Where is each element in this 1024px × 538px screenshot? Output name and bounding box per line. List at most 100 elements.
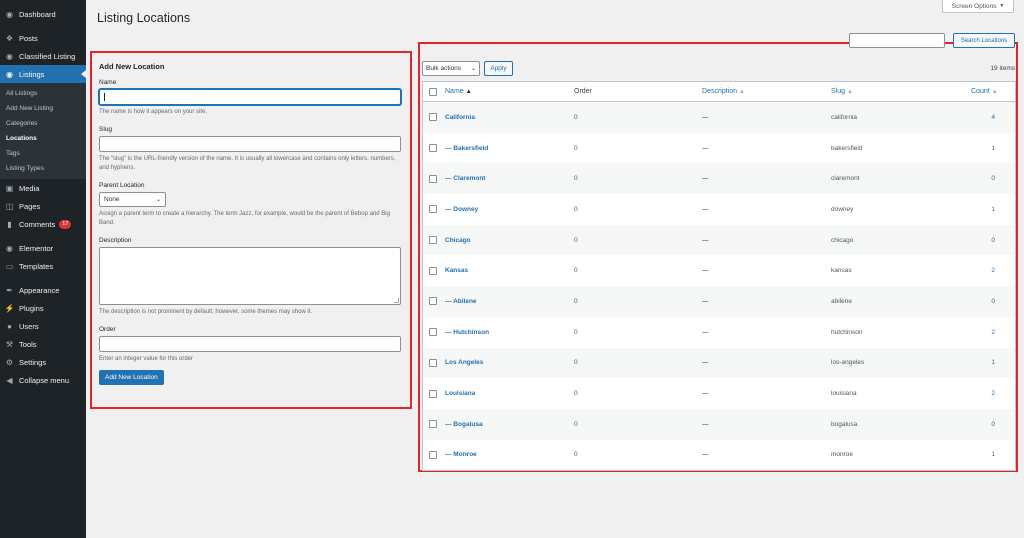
- row-description: —: [702, 420, 709, 428]
- row-checkbox[interactable]: [429, 113, 437, 122]
- row-description: —: [702, 267, 709, 275]
- row-checkbox[interactable]: [429, 266, 437, 275]
- row-slug: monroe: [831, 451, 854, 459]
- menu-item-templates[interactable]: ▭ Templates: [0, 257, 86, 275]
- sort-icon: ▲: [991, 89, 998, 95]
- row-name-link[interactable]: — Bakersfield: [445, 145, 574, 152]
- table-row: — Monroe 0 — monroe 1: [423, 440, 1015, 471]
- select-all-checkbox[interactable]: [429, 87, 437, 96]
- row-checkbox[interactable]: [429, 389, 437, 398]
- menu-item-label: Listings: [19, 69, 45, 79]
- screen-options-button[interactable]: Screen Options ▼: [942, 0, 1014, 13]
- menu-item-plugins[interactable]: ⚡ Plugins: [0, 299, 86, 317]
- menu-item-classified-listing[interactable]: ◉ Classified Listing: [0, 47, 86, 65]
- row-checkbox[interactable]: [429, 420, 437, 429]
- row-slug: los-angeles: [831, 359, 865, 367]
- row-checkbox[interactable]: [429, 450, 437, 459]
- row-order: 0: [574, 328, 578, 336]
- form-heading: Add New Location: [99, 62, 165, 71]
- settings-icon: ⚙: [5, 357, 14, 367]
- row-checkbox[interactable]: [429, 358, 437, 367]
- menu-item-label: Classified Listing: [19, 51, 76, 61]
- column-count-label: Count: [971, 88, 990, 95]
- row-count[interactable]: 1: [971, 206, 1015, 213]
- row-count[interactable]: 1: [971, 451, 1015, 458]
- row-order: 0: [574, 420, 578, 428]
- row-name-link[interactable]: Chicago: [445, 237, 574, 244]
- location-pin-icon: ◉: [6, 69, 13, 79]
- row-name-link[interactable]: — Claremont: [445, 175, 574, 182]
- row-name-link[interactable]: California: [445, 114, 574, 121]
- menu-item-label: Users: [19, 321, 39, 331]
- menu-item-comments[interactable]: ▮ Comments 17: [0, 215, 86, 233]
- add-location-form: Add New Location Name The name is how it…: [90, 51, 412, 409]
- row-name-link[interactable]: — Hutchinson: [445, 329, 574, 336]
- menu-item-dashboard[interactable]: ◉ Dashboard: [0, 5, 86, 23]
- description-textarea[interactable]: [99, 247, 401, 305]
- menu-item-appearance[interactable]: ✒ Appearance: [0, 281, 86, 299]
- search-locations-button[interactable]: Search Locations: [953, 33, 1015, 48]
- row-count: 0: [991, 175, 995, 183]
- row-name-link[interactable]: — Bogalusa: [445, 421, 574, 428]
- bulk-actions-label: Bulk actions: [426, 65, 462, 72]
- menu-item-collapse[interactable]: ◀ Collapse menu: [0, 371, 86, 389]
- apply-button[interactable]: Apply: [484, 61, 513, 76]
- submenu-item-locations[interactable]: Locations: [0, 131, 86, 146]
- order-input[interactable]: [99, 336, 401, 352]
- column-name[interactable]: Name ▲: [445, 88, 574, 95]
- slug-input[interactable]: [99, 136, 401, 152]
- media-icon: ▣: [5, 183, 14, 193]
- name-help-text: The name is how it appears on your site.: [99, 109, 208, 115]
- row-name-link[interactable]: — Downey: [445, 206, 574, 213]
- row-count[interactable]: 2: [971, 329, 1015, 336]
- menu-item-users[interactable]: ● Users: [0, 317, 86, 335]
- bulk-actions-select[interactable]: Bulk actions ⌄: [422, 61, 480, 76]
- row-count[interactable]: 2: [971, 267, 1015, 274]
- row-name-link[interactable]: Kansas: [445, 267, 574, 274]
- row-name-link[interactable]: Louisiana: [445, 390, 574, 397]
- row-name-link[interactable]: — Abilene: [445, 298, 574, 305]
- menu-item-posts[interactable]: ❖ Posts: [0, 29, 86, 47]
- submenu-item-add-new-listing[interactable]: Add New Listing: [0, 101, 86, 116]
- row-order: 0: [574, 113, 578, 121]
- add-new-location-button[interactable]: Add New Location: [99, 370, 164, 385]
- menu-item-settings[interactable]: ⚙ Settings: [0, 353, 86, 371]
- submenu-item-listing-types[interactable]: Listing Types: [0, 161, 86, 176]
- description-label: Description: [99, 237, 132, 244]
- table-row: — Hutchinson 0 — hutchinson 2: [423, 317, 1015, 348]
- column-slug[interactable]: Slug ▲: [831, 88, 971, 95]
- menu-item-tools[interactable]: ⚒ Tools: [0, 335, 86, 353]
- dashboard-icon: ◉: [6, 9, 13, 19]
- column-description-label: Description: [702, 88, 738, 95]
- search-input[interactable]: [849, 33, 945, 48]
- row-checkbox[interactable]: [429, 205, 437, 214]
- row-name-link[interactable]: — Monroe: [445, 451, 574, 458]
- row-count[interactable]: 1: [971, 145, 1015, 152]
- column-description[interactable]: Description ▲: [702, 88, 831, 95]
- row-checkbox[interactable]: [429, 236, 437, 245]
- menu-item-label: Media: [19, 183, 40, 193]
- menu-item-listings[interactable]: ◉ Listings: [0, 65, 86, 83]
- submenu-item-all-listings[interactable]: All Listings: [0, 86, 86, 101]
- parent-location-select[interactable]: None ⌄: [99, 192, 166, 207]
- name-input[interactable]: [99, 89, 401, 105]
- row-count[interactable]: 2: [971, 390, 1015, 397]
- row-checkbox[interactable]: [429, 144, 437, 153]
- menu-item-elementor[interactable]: ◉ Elementor: [0, 239, 86, 257]
- menu-item-pages[interactable]: ◫ Pages: [0, 197, 86, 215]
- column-count[interactable]: Count ▲: [971, 88, 1018, 95]
- row-slug: california: [831, 113, 858, 121]
- table-row: Chicago 0— chicago 0: [423, 224, 1015, 256]
- submenu-item-categories[interactable]: Categories: [0, 116, 86, 131]
- row-checkbox[interactable]: [429, 328, 437, 337]
- row-count[interactable]: 4: [971, 114, 1015, 121]
- locations-table: Name ▲ Order Description ▲ Slug ▲ Count ▲ Ca…: [422, 81, 1018, 472]
- row-description: —: [702, 359, 709, 367]
- row-name-link[interactable]: Los Angeles: [445, 359, 574, 366]
- row-count[interactable]: 1: [971, 359, 1015, 366]
- row-checkbox[interactable]: [429, 174, 437, 183]
- submenu-item-tags[interactable]: Tags: [0, 146, 86, 161]
- brush-icon: ✒: [6, 285, 13, 295]
- menu-item-media[interactable]: ▣ Media: [0, 179, 86, 197]
- row-checkbox[interactable]: [429, 297, 437, 306]
